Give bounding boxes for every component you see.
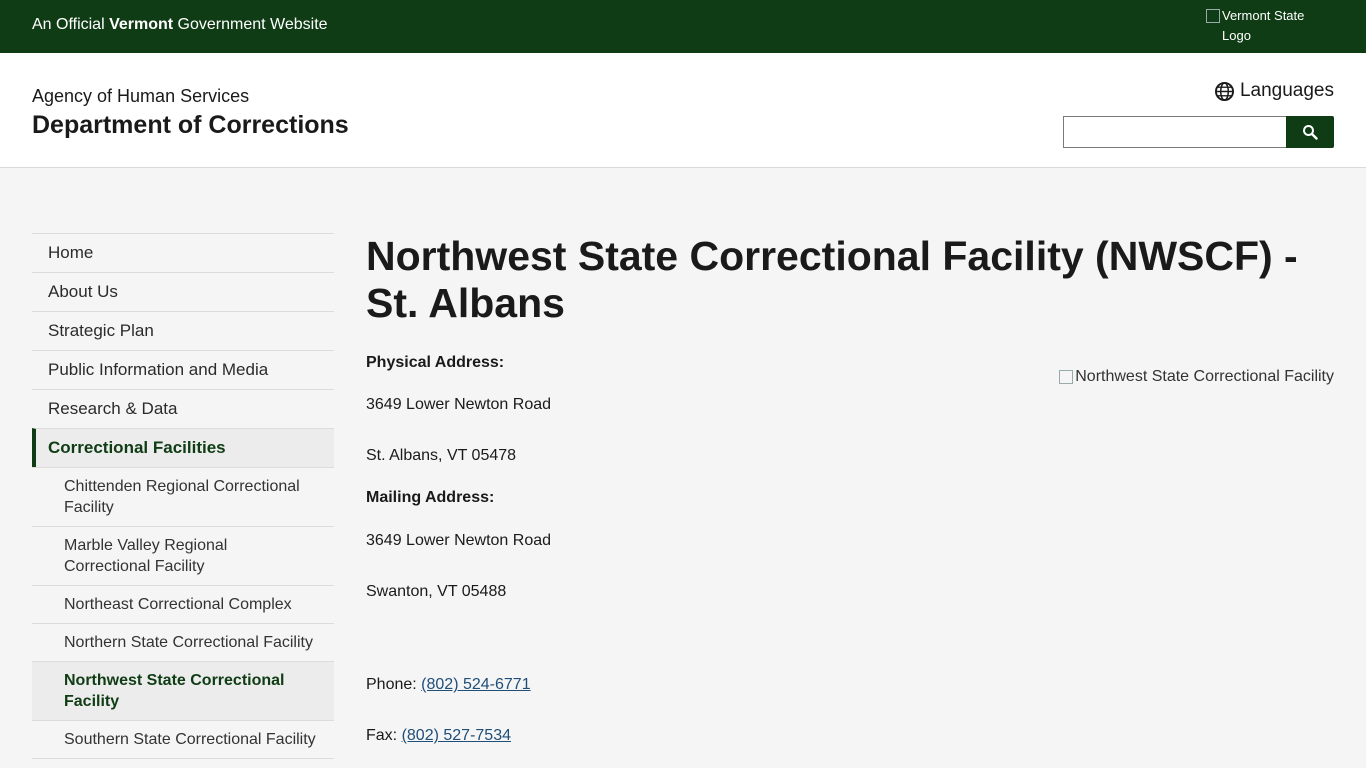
sidebar-item-about-us[interactable]: About Us <box>32 272 334 311</box>
vermont-state-logo[interactable]: Vermont State Logo <box>1206 6 1326 46</box>
search-form <box>1063 116 1334 148</box>
fax-link[interactable]: (802) 527-7534 <box>402 727 511 744</box>
sidebar-item-strategic-plan[interactable]: Strategic Plan <box>32 311 334 350</box>
languages-label: Languages <box>1239 80 1334 101</box>
sidebar-divider <box>32 758 334 759</box>
agency-name[interactable]: Agency of Human Services <box>32 86 249 107</box>
physical-address-line1: 3649 Lower Newton Road <box>366 396 552 413</box>
department-name[interactable]: Department of Corrections <box>32 111 349 140</box>
languages-button[interactable]: Languages <box>1214 80 1334 102</box>
sidebar-subitem-northwest-state[interactable]: Northwest State Correctional Facility <box>32 661 334 720</box>
broken-image-icon <box>1206 9 1220 23</box>
phone-link[interactable]: (802) 524-6771 <box>421 676 530 693</box>
sidebar-item-correctional-facilities[interactable]: Correctional Facilities <box>32 428 334 467</box>
official-suffix: Government Website <box>177 16 328 33</box>
main-content: Northwest State Correctional Facility (N… <box>366 233 1334 744</box>
mailing-address-label: Mailing Address: <box>366 489 495 506</box>
search-icon <box>1303 125 1318 140</box>
sidebar-item-research-data[interactable]: Research & Data <box>32 389 334 428</box>
facility-image-alt: Northwest State Correctional Facility <box>1075 368 1334 385</box>
phone-line: Phone: (802) 524-6771 <box>366 676 531 694</box>
sidebar-item-home[interactable]: Home <box>32 233 334 272</box>
sidebar-subitem-northern-state[interactable]: Northern State Correctional Facility <box>32 623 334 661</box>
official-site-notice: An Official Vermont Government Website <box>32 16 328 34</box>
broken-image-icon <box>1059 370 1074 384</box>
page-title: Northwest State Correctional Facility (N… <box>366 233 1298 326</box>
mailing-address-line2: Swanton, VT 05488 <box>366 583 507 600</box>
fax-label: Fax: <box>366 727 398 744</box>
sidebar-subitem-marble-valley[interactable]: Marble Valley Regional Correctional Faci… <box>32 526 334 585</box>
sidebar-subitem-chittenden[interactable]: Chittenden Regional Correctional Facilit… <box>32 467 334 526</box>
physical-address-line2: St. Albans, VT 05478 <box>366 447 517 464</box>
sidebar-subitem-northeast[interactable]: Northeast Correctional Complex <box>32 585 334 623</box>
phone-label: Phone: <box>366 676 417 693</box>
logo-alt-text: Vermont State Logo <box>1222 8 1305 43</box>
search-button[interactable] <box>1286 116 1334 148</box>
sidebar-nav: Home About Us Strategic Plan Public Info… <box>32 233 334 759</box>
globe-icon <box>1214 81 1234 101</box>
search-input[interactable] <box>1063 116 1286 148</box>
official-state: Vermont <box>109 16 174 33</box>
physical-address-label: Physical Address: <box>366 354 505 371</box>
top-banner: An Official Vermont Government Website V… <box>0 0 1366 53</box>
sidebar-item-public-information[interactable]: Public Information and Media <box>32 350 334 389</box>
facility-image: Northwest State Correctional Facility <box>1059 368 1334 386</box>
mailing-address-line1: 3649 Lower Newton Road <box>366 532 552 549</box>
site-header: Agency of Human Services Department of C… <box>0 53 1366 168</box>
fax-line: Fax: (802) 527-7534 <box>366 727 511 745</box>
official-prefix: An Official <box>32 16 105 33</box>
sidebar-subitem-southern-state[interactable]: Southern State Correctional Facility <box>32 720 334 758</box>
